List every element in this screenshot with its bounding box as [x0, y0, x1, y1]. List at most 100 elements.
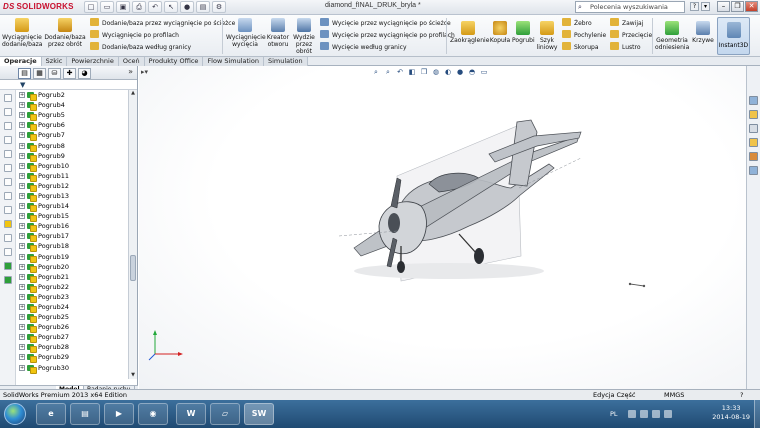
strip-tool-icon[interactable] [4, 164, 12, 172]
intersect-button[interactable]: Przecięcie [610, 30, 652, 40]
mirror-button[interactable]: Lustro [610, 42, 641, 52]
select-icon[interactable]: ↖ [164, 1, 178, 13]
model-canvas[interactable] [139, 66, 746, 389]
feature-tree-item[interactable]: + Pogrub28 [16, 342, 128, 354]
tray-volume-icon[interactable] [652, 410, 660, 418]
command-search-input[interactable]: ⌕ Polecenia wyszukiwania [575, 1, 685, 13]
undo-icon[interactable]: ↶ [148, 1, 162, 13]
tray-flag-icon[interactable] [628, 410, 636, 418]
expand-icon[interactable]: + [19, 243, 25, 250]
dome-button[interactable]: Kopuła [489, 21, 511, 44]
view-palette-icon[interactable] [749, 138, 758, 147]
revolved-boss-base-button[interactable]: Dodanie/baza przez obrót [44, 18, 86, 48]
feature-tree-item[interactable]: + Pogrub18 [16, 241, 128, 253]
paint-taskbar-icon[interactable]: ▱ [210, 403, 240, 425]
revolved-cut-button[interactable]: Wydzie przez obrót [292, 18, 316, 55]
scroll-up-icon[interactable]: ▲ [130, 90, 136, 97]
draft-button[interactable]: Pochylenie [562, 30, 606, 40]
tab-sketch[interactable]: Szkic [41, 57, 68, 66]
feature-tree-item[interactable]: + Pogrub21 [16, 272, 128, 283]
feature-tree-item[interactable]: + Pogrub17 [16, 231, 128, 243]
feature-tree-item[interactable]: + Pogrub25 [16, 312, 128, 324]
feature-tree-item[interactable]: + Pogrub14 [16, 201, 128, 213]
hole-wizard-button[interactable]: Kreator otworu [265, 18, 291, 48]
show-desktop-button[interactable] [754, 400, 760, 428]
expand-icon[interactable]: + [19, 122, 25, 129]
expand-icon[interactable]: + [19, 253, 25, 260]
appearances-icon[interactable] [749, 152, 758, 161]
feature-tree-item[interactable]: + Pogrub15 [16, 211, 128, 223]
design-library-icon[interactable] [749, 110, 758, 119]
feature-tree-item[interactable]: + Pogrub11 [16, 171, 128, 182]
feature-tree-item[interactable]: + Pogrub13 [16, 191, 128, 202]
help-dropdown-icon[interactable]: ▾ [701, 2, 710, 11]
boundary-cut-button[interactable]: Wycięcie według granicy [320, 42, 407, 52]
print-icon[interactable]: ⎙ [132, 1, 146, 13]
expand-icon[interactable]: + [19, 182, 25, 189]
feature-tree-item[interactable]: + Pogrub26 [16, 322, 128, 334]
tab-flow-simulation[interactable]: Flow Simulation [203, 57, 264, 66]
expand-icon[interactable]: + [19, 304, 25, 311]
expand-icon[interactable]: + [19, 132, 25, 139]
display-manager-tab-icon[interactable]: ◕ [78, 68, 91, 79]
expand-icon[interactable]: + [19, 152, 25, 159]
shell-button[interactable]: Skorupa [562, 42, 599, 52]
minimize-button[interactable]: – [717, 1, 730, 12]
feature-tool-icon[interactable] [4, 276, 12, 284]
custom-properties-icon[interactable] [749, 166, 758, 175]
feature-tree-item[interactable]: + Pogrub9 [16, 151, 128, 162]
save-icon[interactable]: ▣ [116, 1, 130, 13]
rib-button[interactable]: Żebro [562, 18, 592, 28]
linear-pattern-button[interactable]: Szyk liniowy [536, 21, 558, 51]
feature-tree-item[interactable]: + Pogrub20 [16, 262, 128, 273]
more-tabs-icon[interactable]: » [128, 67, 133, 76]
solidworks-taskbar-icon[interactable]: SW [244, 403, 274, 425]
expand-icon[interactable]: + [19, 293, 25, 300]
graphics-area[interactable]: ▸▾ ⌕ ⌕ ↶ ◧ ❒ ◍ ◐ ● ◓ ▭ [139, 66, 746, 389]
feature-tree-item[interactable]: + Pogrub27 [16, 332, 128, 344]
file-properties-icon[interactable]: ▤ [196, 1, 210, 13]
start-button[interactable] [4, 403, 26, 425]
media-player-taskbar-icon[interactable]: ▶ [104, 403, 134, 425]
strip-tool-icon[interactable] [4, 122, 12, 130]
property-manager-tab-icon[interactable]: ▦ [33, 68, 46, 79]
extruded-boss-base-button[interactable]: Wyciągnięcie dodanie/baza [2, 18, 42, 48]
feature-tree-item[interactable]: + Pogrub12 [16, 181, 128, 192]
expand-icon[interactable]: + [19, 283, 25, 290]
strip-tool-icon[interactable] [4, 192, 12, 200]
feature-tree-item[interactable]: + Pogrub22 [16, 282, 128, 293]
expand-icon[interactable]: + [19, 192, 25, 199]
tab-simulation[interactable]: Simulation [263, 57, 308, 66]
tab-office-products[interactable]: Produkty Office [144, 57, 204, 66]
expand-icon[interactable]: + [19, 92, 25, 99]
expand-icon[interactable]: + [19, 273, 25, 280]
expand-icon[interactable]: + [19, 344, 25, 351]
file-explorer-icon[interactable] [749, 124, 758, 133]
feature-tree-item[interactable]: + Pogrub29 [16, 352, 128, 364]
expand-icon[interactable]: + [19, 162, 25, 169]
tray-update-icon[interactable] [664, 410, 672, 418]
curves-button[interactable]: Krzywe [691, 21, 715, 44]
solidworks-logo[interactable]: DS SOLIDWORKS [3, 2, 74, 11]
thicken-button[interactable]: Pogrubi [512, 21, 535, 44]
clock[interactable]: 13:33 2014-08-19 [712, 404, 750, 422]
swept-cut-button[interactable]: Wycięcie przez wyciągnięcie po ścieżce [320, 18, 451, 28]
dimxpert-tab-icon[interactable]: ✚ [63, 68, 76, 79]
feature-tool-icon[interactable] [4, 262, 12, 270]
units-selector[interactable]: MMGS [664, 390, 684, 400]
strip-tool-icon[interactable] [4, 150, 12, 158]
expand-icon[interactable]: + [19, 223, 25, 230]
strip-tool-icon[interactable] [4, 234, 12, 242]
expand-icon[interactable]: + [19, 233, 25, 240]
expand-icon[interactable]: + [19, 314, 25, 321]
strip-tool-icon[interactable] [4, 178, 12, 186]
reference-geometry-button[interactable]: Geometria odniesienia [655, 21, 689, 51]
explorer-taskbar-icon[interactable]: ▤ [70, 403, 100, 425]
feature-tree-item[interactable]: + Pogrub4 [16, 100, 128, 112]
instant3d-button[interactable]: Instant3D [717, 17, 750, 55]
open-file-icon[interactable]: ▭ [100, 1, 114, 13]
expand-icon[interactable]: + [19, 263, 25, 270]
help-button[interactable]: ? [740, 390, 743, 400]
expand-icon[interactable]: + [19, 203, 25, 210]
feature-tree-item[interactable]: + Pogrub10 [16, 161, 128, 172]
